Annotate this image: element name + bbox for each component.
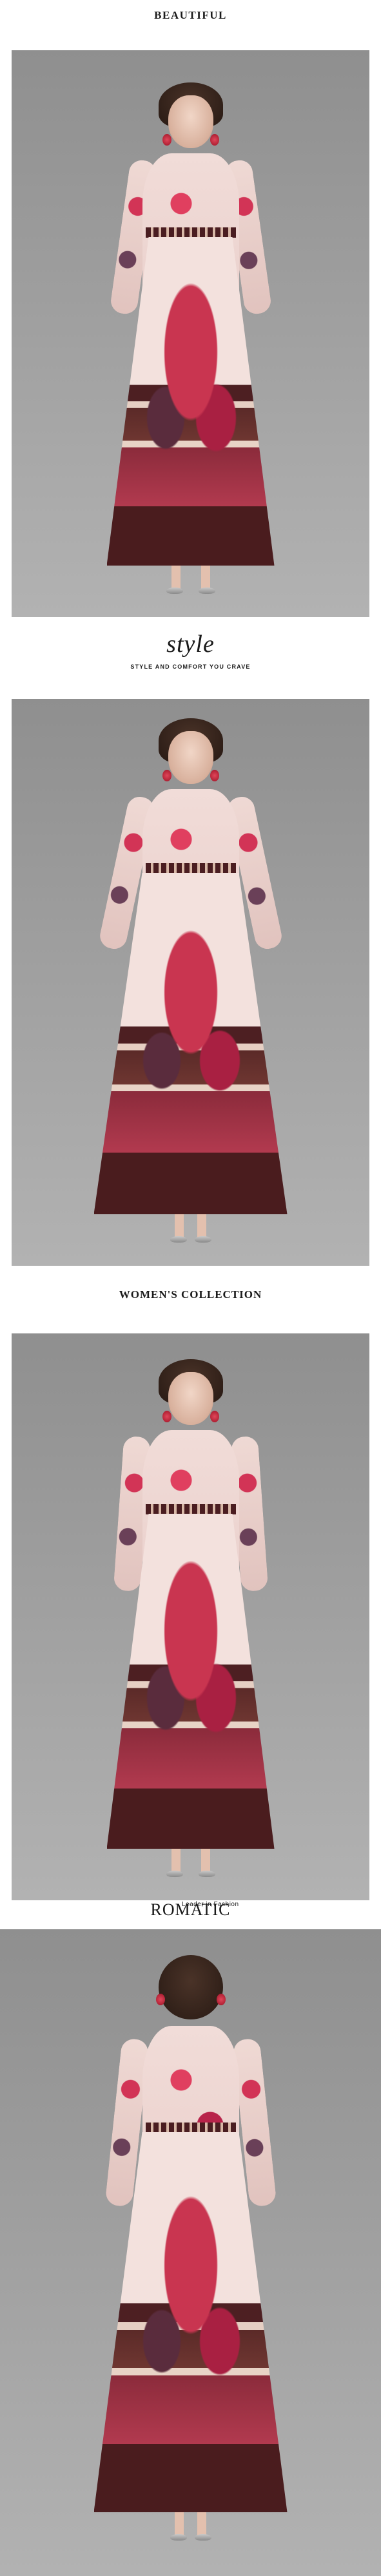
model-photo-1: [12, 50, 369, 617]
model-photo-2: [12, 699, 369, 1266]
model-figure: [106, 1359, 275, 1900]
model-figure: [93, 718, 288, 1259]
heading-style: style: [166, 631, 215, 658]
romatic-tagline: Leader in Fashion: [182, 1901, 239, 1908]
heading-womens-collection: WOMEN'S COLLECTION: [119, 1288, 262, 1301]
heading-style-subtitle: STYLE AND COMFORT YOU CRAVE: [130, 663, 251, 670]
model-photo-4: [0, 1929, 381, 2576]
model-photo-3: [12, 1333, 369, 1900]
heading-beautiful: BEAUTIFUL: [154, 9, 227, 21]
model-figure: [106, 82, 275, 617]
model-figure: [93, 1955, 288, 2573]
heading-romatic: ROMATIC Leader in Fashion: [0, 1900, 381, 1920]
